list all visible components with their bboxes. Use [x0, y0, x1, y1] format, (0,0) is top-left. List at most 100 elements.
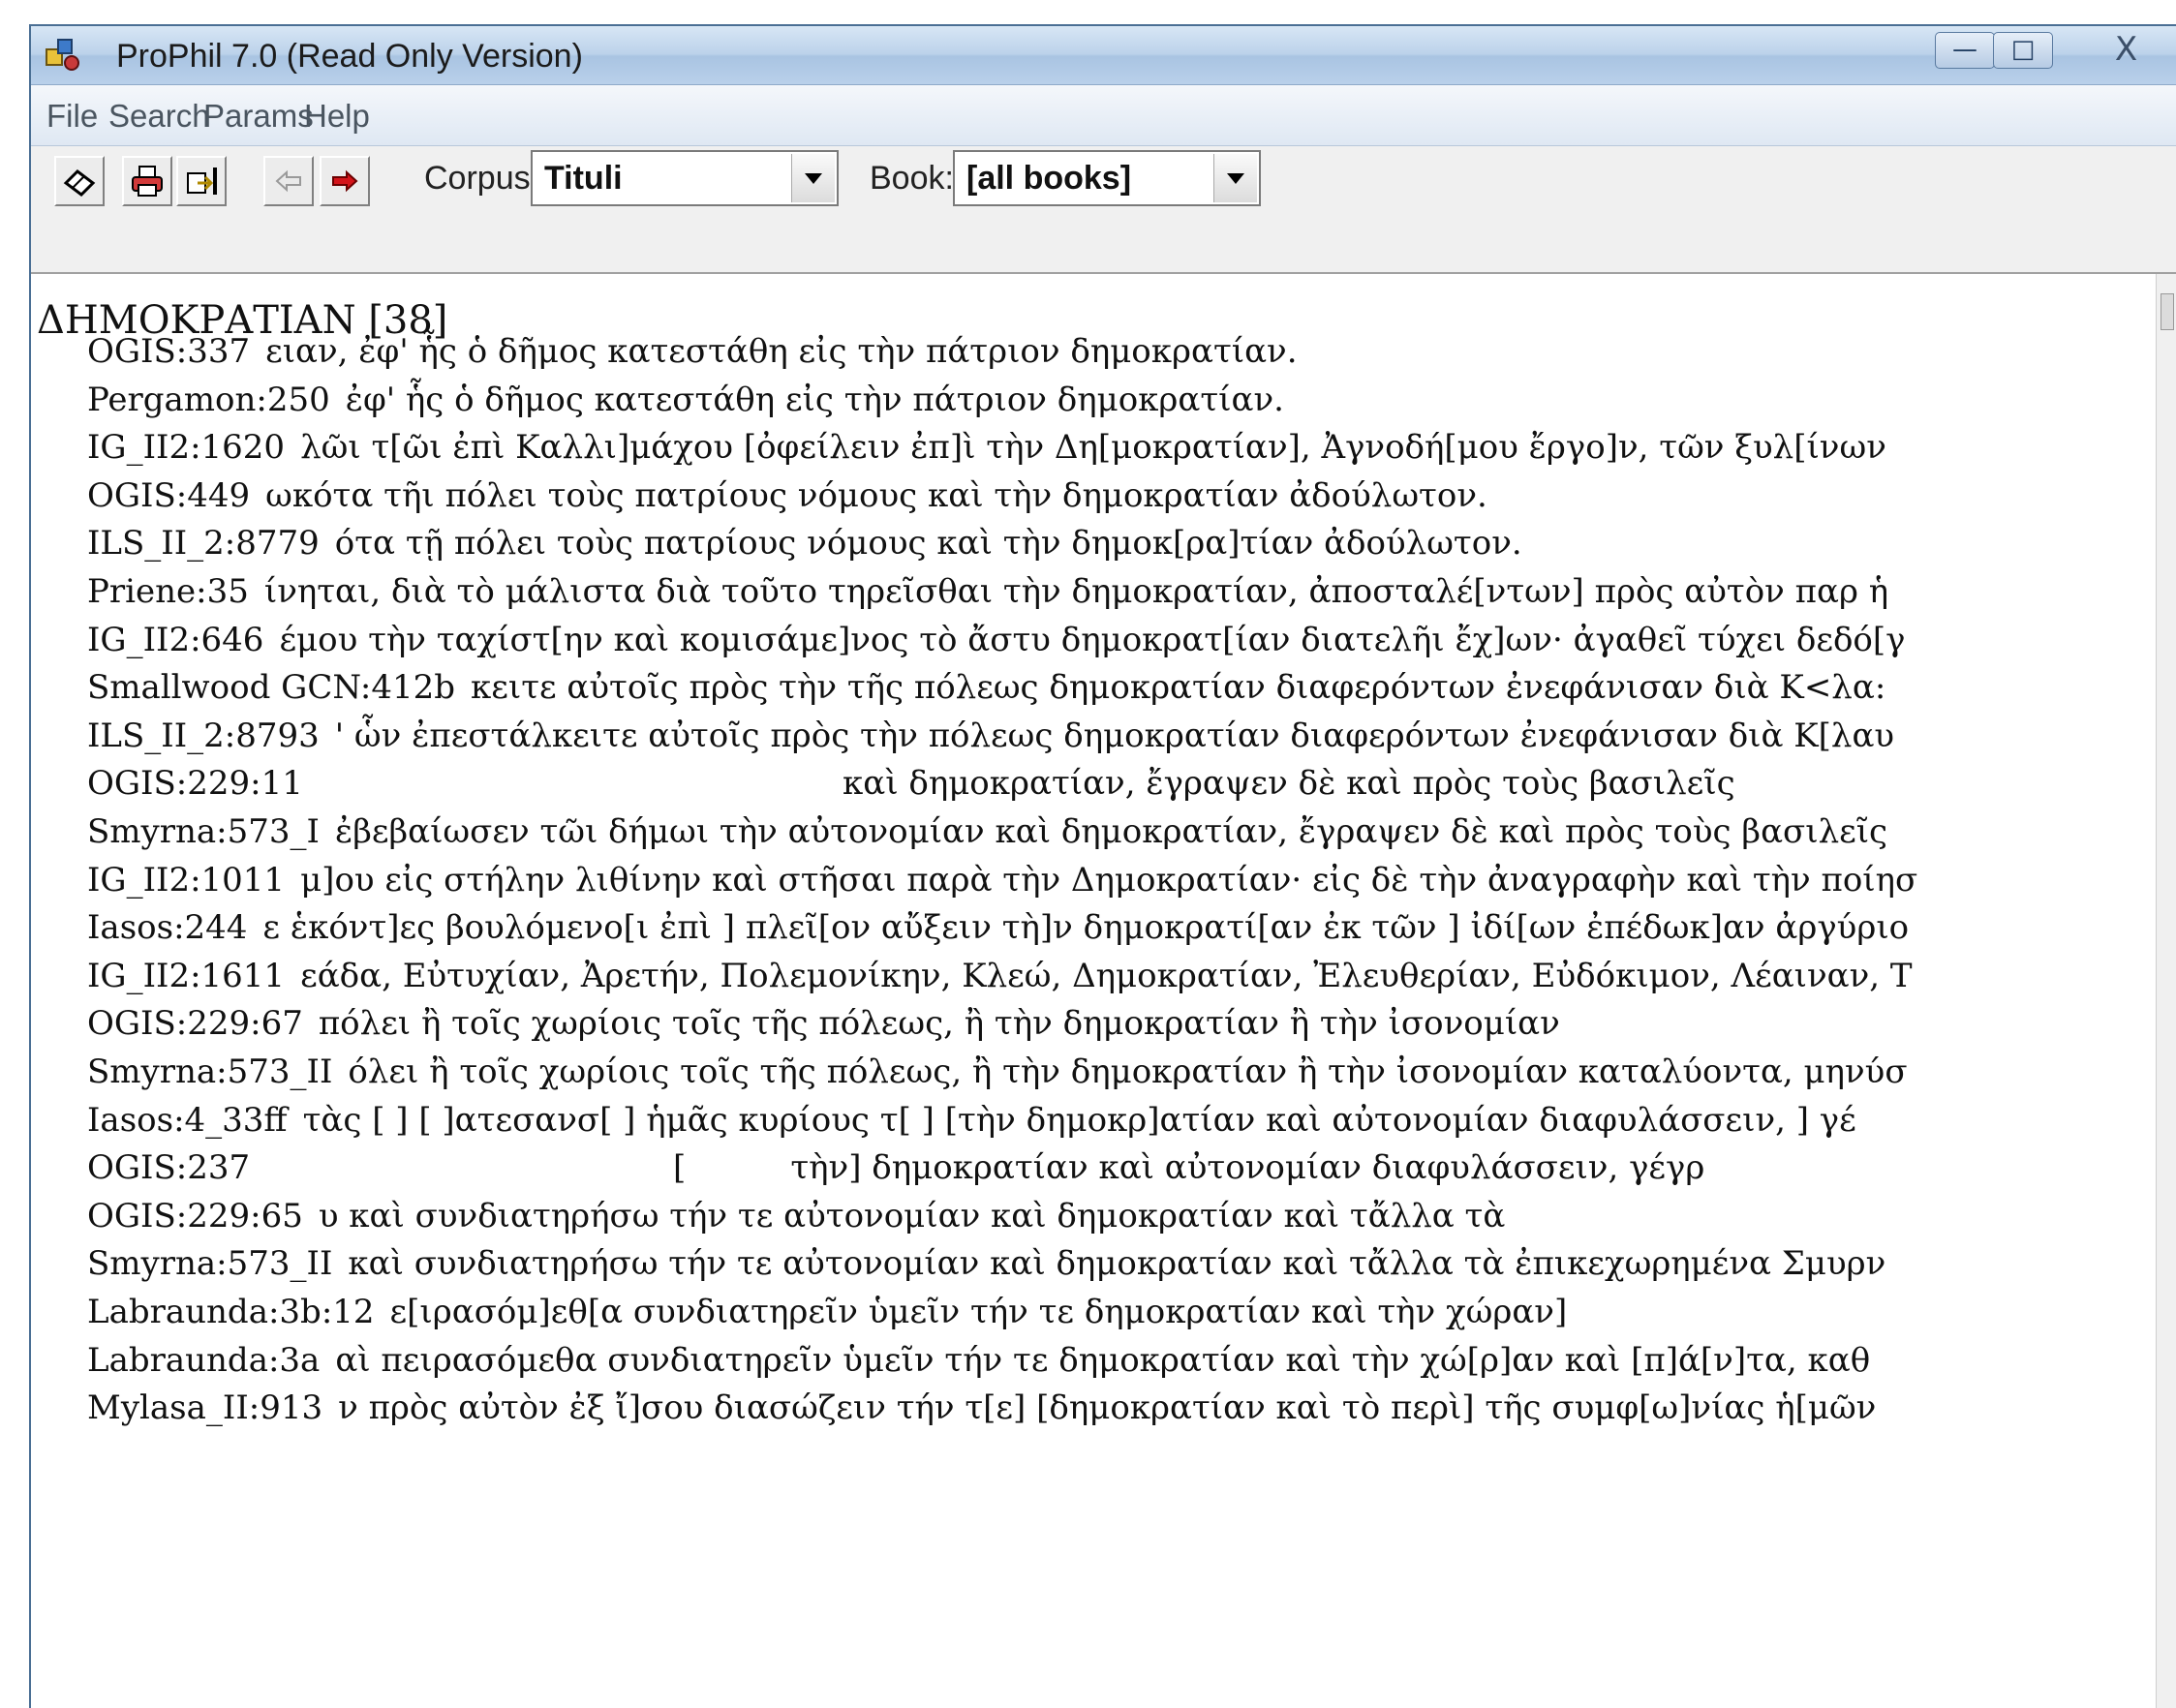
toolbar: Corpus: Tituli Book: [all books]	[31, 146, 2176, 274]
result-reference: IG_II2:1611	[87, 956, 286, 995]
results-pane[interactable]: ΔΗΜΟΚΡΑΤΙΑΝ [38] OGIS:337 ειαν, ἐφ' ἧς ὁ …	[31, 274, 2157, 1708]
close-button[interactable]: X	[2074, 32, 2176, 67]
result-reference: Labraunda:3b:12	[87, 1293, 375, 1331]
result-text: ίνηται, διὰ τὸ μάλιστα διὰ τοῦτο τηρεῖσθ…	[263, 572, 1889, 611]
chevron-down-icon[interactable]	[1213, 154, 1257, 202]
result-row[interactable]: OGIS:237 [ τὴν] δημοκρατίαν καὶ αὐτονομία…	[87, 1148, 1704, 1197]
result-text: εάδα, Εὐτυχίαν, Ἀρετήν, Πολεμονίκην, Κλε…	[300, 956, 1913, 995]
result-text: όλει ἢ τοῖς χωρίοις τοῖς τῆς πόλεως, ἢ τ…	[348, 1052, 1908, 1091]
menu-file[interactable]: File	[46, 98, 98, 135]
menu-search[interactable]: Search	[108, 98, 210, 135]
result-text: ν πρὸς αὐτὸν ἐξ ἴ]σου διασώζειν τήν τ[ε]…	[338, 1388, 1877, 1428]
result-text: ειαν, ἐφ' ἧς ὁ δῆμος κατεστάθη εἰς τὴν π…	[265, 332, 1298, 371]
result-row[interactable]: ILS_II_2:8779 ότα τῇ πόλει τοὺς πατρίους …	[87, 524, 1522, 572]
result-row[interactable]: OGIS:449 ωκότα τῆι πόλει τοὺς πατρίους νό…	[87, 476, 1487, 525]
result-text: ἐβεβαίωσεν τῶι δήμωι τὴν αὐτονομίαν καὶ …	[334, 812, 1888, 851]
result-reference: IG_II2:1011	[87, 860, 286, 900]
chevron-down-icon[interactable]	[791, 154, 835, 202]
result-reference: ILS_II_2:8793	[87, 716, 320, 755]
app-window: ProPhil 7.0 (Read Only Version) — □ X Fi…	[29, 24, 2176, 1708]
result-text: έμου τὴν ταχίστ[ην καὶ κομισάμε]νος τὸ ἄ…	[279, 620, 1906, 659]
result-text: ωκότα τῆι πόλει τοὺς πατρίους νόμους καὶ…	[265, 475, 1487, 515]
result-row[interactable]: OGIS:337 ειαν, ἐφ' ἧς ὁ δῆμος κατεστάθη ε…	[87, 332, 1298, 381]
result-row[interactable]: Labraunda:3a αὶ πειρασόμεθα συνδιατηρεῖν …	[87, 1341, 1870, 1389]
eraser-icon	[63, 169, 96, 197]
book-select-value: [all books]	[966, 160, 1132, 197]
result-text: μ]ου εἰς στήλην λιθίνην καὶ στῆσαι παρὰ …	[300, 860, 1918, 900]
arrow-right-icon	[332, 169, 358, 193]
result-reference: ILS_II_2:8779	[87, 524, 320, 564]
result-reference: OGIS:229:67	[87, 1004, 303, 1044]
corpus-select-value: Tituli	[544, 160, 623, 197]
result-reference: Iasos:244	[87, 908, 248, 948]
result-row[interactable]: Smallwood GCN:412b κειτε αὐτοῖς πρὸς τὴν …	[87, 668, 1885, 717]
menu-bar: File Search Params Help	[31, 85, 2176, 146]
result-row[interactable]: IG_II2:1620 λῶι τ[ῶι ἐπὶ Καλλι]μάχου [ὀφε…	[87, 428, 1886, 476]
arrow-left-icon	[275, 169, 301, 193]
print-button[interactable]	[122, 156, 172, 206]
corpus-select[interactable]: Tituli	[531, 150, 839, 206]
menu-params[interactable]: Params	[203, 98, 314, 135]
result-row[interactable]: OGIS:229:11 καὶ δημοκρατίαν, ἔγραψεν δὲ κ…	[87, 764, 1735, 812]
result-text: ἐφ' ἧς ὁ δῆμος κατεστάθη εἰς τὴν πάτριον…	[345, 380, 1284, 419]
result-text: υ καὶ συνδιατηρήσω τήν τε αὐτονομίαν καὶ…	[318, 1196, 1506, 1235]
title-bar[interactable]: ProPhil 7.0 (Read Only Version) — □ X	[31, 26, 2176, 85]
result-row[interactable]: Smyrna:573_II όλει ἢ τοῖς χωρίοις τοῖς τῆ…	[87, 1052, 1908, 1101]
result-reference: IG_II2:646	[87, 620, 264, 659]
result-reference: IG_II2:1620	[87, 428, 286, 468]
result-reference: OGIS:337	[87, 332, 251, 371]
export-button[interactable]	[176, 156, 227, 206]
scrollbar-thumb[interactable]	[2161, 293, 2174, 330]
export-icon	[187, 168, 217, 195]
result-reference: Smallwood GCN:412b	[87, 668, 455, 708]
eraser-button[interactable]	[54, 156, 105, 206]
result-row[interactable]: Labraunda:3b:12 ε[ιρασόμ]εθ[α συνδιατηρεῖ…	[87, 1293, 1567, 1341]
result-reference: Priene:35	[87, 572, 249, 611]
result-reference: Mylasa_II:913	[87, 1388, 323, 1428]
menu-help[interactable]: Help	[304, 98, 370, 135]
result-text: καὶ δημοκρατίαν, ἔγραψεν δὲ καὶ πρὸς τοὺ…	[843, 764, 1735, 804]
result-reference: Iasos:4_33ff	[87, 1100, 288, 1140]
result-row[interactable]: IG_II2:646 έμου τὴν ταχίστ[ην καὶ κομισάμ…	[87, 621, 1905, 669]
result-reference: Pergamon:250	[87, 380, 330, 419]
window-title: ProPhil 7.0 (Read Only Version)	[116, 38, 583, 75]
result-text: καὶ συνδιατηρήσω τήν τε αὐτονομίαν καὶ δ…	[348, 1244, 1886, 1284]
result-reference: OGIS:229:11	[87, 764, 303, 804]
result-reference: Smyrna:573_II	[87, 1244, 333, 1284]
result-row[interactable]: Smyrna:573_II καὶ συνδιατηρήσω τήν τε αὐτ…	[87, 1244, 1885, 1293]
result-row[interactable]: OGIS:229:65 υ καὶ συνδιατηρήσω τήν τε αὐτ…	[87, 1197, 1505, 1245]
result-text: ' ὧν ἐπεστάλκειτε αὐτοῖς πρὸς τὴν πόλεως…	[334, 716, 1895, 755]
corpus-label: Corpus:	[424, 160, 540, 197]
result-reference: Smyrna:573_II	[87, 1052, 333, 1091]
result-row[interactable]: Priene:35 ίνηται, διὰ τὸ μάλιστα διὰ τοῦτ…	[87, 572, 1888, 621]
result-row[interactable]: Iasos:4_33ff τὰς [ ] [ ]ατεσανσ[ ] ἡμᾶς κ…	[87, 1101, 1856, 1149]
result-text: λῶι τ[ῶι ἐπὶ Καλλι]μάχου [ὀφείλειν ἐπ]ὶ …	[300, 428, 1886, 468]
result-text: ε ἑκόντ]ες βουλόμενο[ι ἐπὶ ] πλεῖ[ον αὔξ…	[262, 908, 1910, 948]
result-text: ε[ιρασόμ]εθ[α συνδιατηρεῖν ὑμεῖν τήν τε …	[389, 1293, 1568, 1331]
result-row[interactable]: Pergamon:250 ἐφ' ἧς ὁ δῆμος κατεστάθη εἰς…	[87, 381, 1284, 429]
result-row[interactable]: Smyrna:573_I ἐβεβαίωσεν τῶι δήμωι τὴν αὐτ…	[87, 812, 1887, 861]
result-reference: OGIS:237	[87, 1148, 251, 1188]
book-label: Book:	[870, 160, 954, 197]
result-text: κειτε αὐτοῖς πρὸς τὴν τῆς πόλεως δημοκρα…	[471, 668, 1886, 708]
app-icon	[46, 39, 79, 71]
book-select[interactable]: [all books]	[953, 150, 1261, 206]
minimize-button[interactable]: —	[1935, 32, 1995, 69]
result-text: αὶ πειρασόμεθα συνδιατηρεῖν ὑμεῖν τήν τε…	[335, 1340, 1871, 1380]
result-text: ότα τῇ πόλει τοὺς πατρίους νόμους καὶ τὴ…	[334, 524, 1522, 564]
result-row[interactable]: OGIS:229:67 πόλει ἢ τοῖς χωρίοις τοῖς τῆς…	[87, 1004, 1560, 1052]
forward-button[interactable]	[320, 156, 370, 206]
result-row[interactable]: IG_II2:1011 μ]ου εἰς στήλην λιθίνην καὶ σ…	[87, 861, 1917, 909]
result-reference: Labraunda:3a	[87, 1340, 321, 1380]
result-reference: Smyrna:573_I	[87, 812, 320, 851]
result-row[interactable]: Iasos:244 ε ἑκόντ]ες βουλόμενο[ι ἐπὶ ] πλ…	[87, 908, 1909, 957]
result-reference: OGIS:229:65	[87, 1196, 303, 1235]
result-text: [ τὴν] δημοκρατίαν καὶ αὐτονομίαν διαφυλ…	[673, 1148, 1705, 1188]
result-row[interactable]: ILS_II_2:8793 ' ὧν ἐπεστάλκειτε αὐτοῖς πρ…	[87, 717, 1894, 765]
back-button[interactable]	[263, 156, 314, 206]
maximize-button[interactable]: □	[1993, 32, 2053, 69]
result-text: πόλει ἢ τοῖς χωρίοις τοῖς τῆς πόλεως, ἢ …	[318, 1004, 1560, 1044]
vertical-scrollbar[interactable]	[2156, 274, 2176, 1708]
result-row[interactable]: Mylasa_II:913 ν πρὸς αὐτὸν ἐξ ἴ]σου διασώ…	[87, 1388, 1876, 1437]
result-row[interactable]: IG_II2:1611 εάδα, Εὐτυχίαν, Ἀρετήν, Πολεμ…	[87, 957, 1913, 1005]
